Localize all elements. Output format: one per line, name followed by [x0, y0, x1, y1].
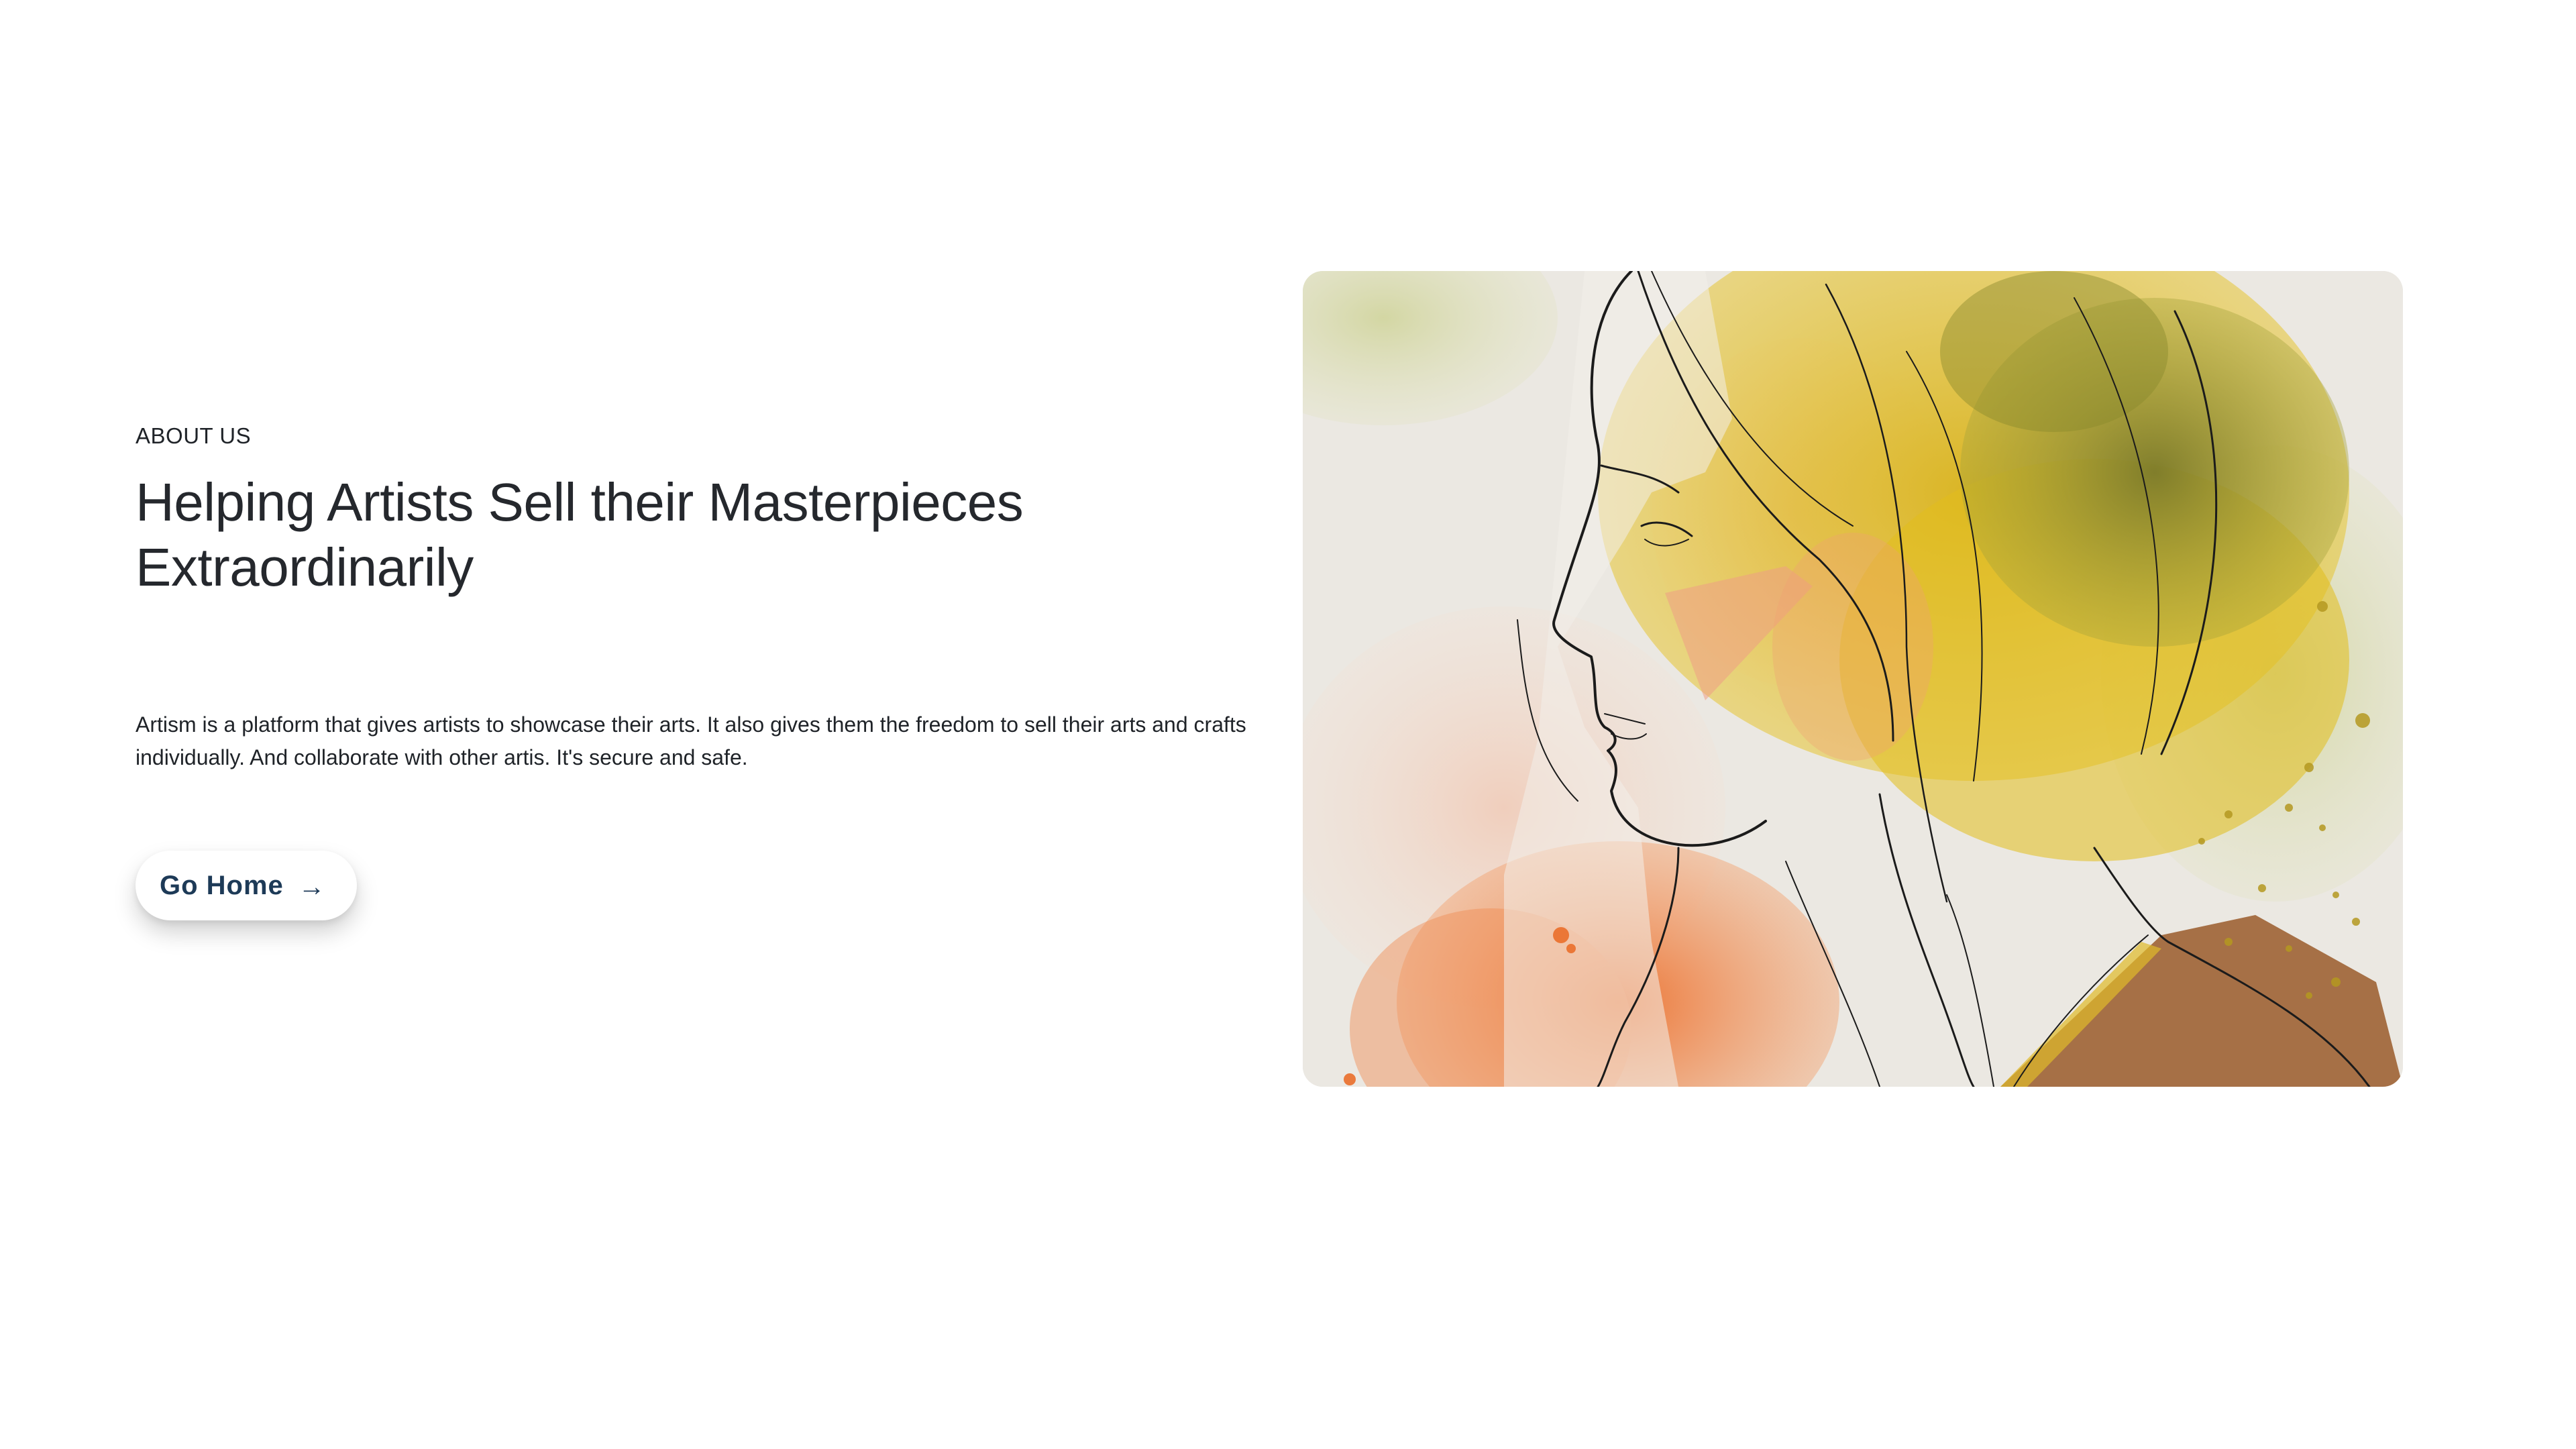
artwork-image — [1303, 271, 2403, 1087]
watercolor-portrait-illustration — [1303, 271, 2403, 1087]
arrow-right-icon: → — [298, 872, 326, 902]
page-title: Helping Artists Sell their Masterpieces … — [136, 472, 1024, 598]
about-section: ABOUT US Helping Artists Sell their Mast… — [0, 0, 2576, 1449]
section-eyebrow: ABOUT US — [136, 423, 252, 448]
about-description: Artism is a platform that gives artists … — [136, 712, 1246, 769]
go-home-label: Go Home — [160, 870, 284, 900]
about-text-column: ABOUT US Helping Artists Sell their Mast… — [136, 423, 1249, 600]
go-home-button[interactable]: Go Home → — [136, 851, 357, 920]
